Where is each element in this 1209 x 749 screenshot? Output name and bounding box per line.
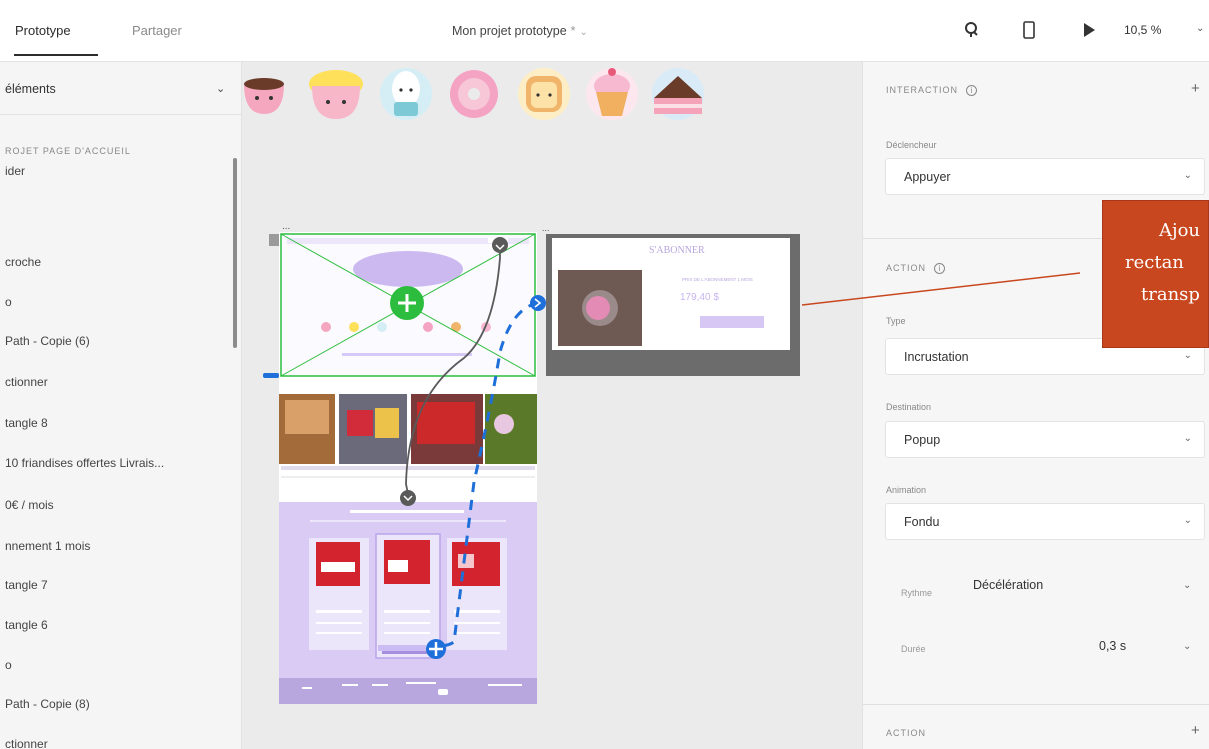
divider — [0, 114, 241, 115]
chevron-down-icon[interactable]: ⌄ — [1196, 23, 1204, 34]
chevron-down-icon: ⌄ — [1183, 433, 1192, 444]
wire-target-handle[interactable] — [530, 295, 546, 311]
popup-button[interactable] — [700, 316, 764, 328]
zoom-level[interactable]: 10,5 % — [1124, 23, 1161, 37]
popup-artboard[interactable]: ... S'ABONNER PRIX DE L'ABONNEMENT 1 MOI… — [542, 223, 800, 376]
user-share-icon[interactable] — [961, 20, 981, 40]
play-icon[interactable] — [1079, 20, 1099, 40]
layer-item[interactable]: nnement 1 mois — [5, 539, 90, 553]
add-icon[interactable]: + — [1191, 722, 1200, 739]
layer-item[interactable]: ider — [5, 164, 25, 178]
tab-share[interactable]: Partager — [132, 23, 182, 38]
top-bar: Prototype Partager Mon projet prototype *… — [0, 0, 1209, 62]
layer-item[interactable]: Path - Copie (8) — [5, 697, 90, 711]
document-title-menu[interactable]: Mon projet prototype * ⌄ — [452, 24, 588, 38]
artboard-label: ... — [542, 223, 550, 233]
cupcake-icon[interactable] — [586, 68, 638, 120]
divider — [863, 704, 1209, 705]
scrollbar[interactable] — [233, 158, 237, 348]
duration-input[interactable]: 0,3 s — [1099, 639, 1126, 653]
chevron-down-icon[interactable]: ⌄ — [1183, 641, 1191, 652]
action-header-2: ACTION — [886, 728, 927, 738]
active-tab-indicator — [14, 54, 98, 56]
annotation-callout: Ajou rectan transp — [1102, 200, 1209, 348]
wire-end-handle[interactable] — [400, 490, 416, 506]
device-preview-icon[interactable] — [1019, 20, 1039, 40]
egg-icon[interactable] — [380, 68, 432, 120]
info-icon[interactable]: i — [966, 85, 978, 97]
chevron-down-icon: ⌄ — [1183, 515, 1192, 526]
layer-item[interactable]: tangle 6 — [5, 618, 48, 632]
chevron-down-icon[interactable]: ⌄ — [1183, 580, 1191, 591]
callout-line: transp — [1141, 284, 1200, 305]
callout-line: Ajou — [1159, 220, 1201, 241]
destination-label: Destination — [886, 402, 932, 412]
rhythm-select[interactable]: Décélération — [973, 578, 1043, 592]
trigger-label: Déclencheur — [886, 140, 937, 150]
layer-item[interactable]: 10 friandises offertes Livrais... — [5, 456, 164, 470]
rhythm-label: Rythme — [901, 588, 933, 598]
callout-pointer-line — [801, 272, 1081, 306]
layer-item[interactable]: o — [5, 658, 12, 672]
offer-card[interactable] — [309, 538, 369, 650]
layer-item[interactable]: Path - Copie (6) — [5, 334, 90, 348]
layer-item[interactable]: o — [5, 295, 12, 309]
cake-slice-icon[interactable] — [652, 68, 704, 120]
layer-item[interactable]: croche — [5, 255, 41, 269]
callout-line: rectan — [1125, 252, 1184, 273]
section-label: ROJET PAGE D'ACCUEIL — [5, 146, 131, 156]
wire-start-handle[interactable] — [492, 237, 508, 253]
popup-price: 179,40 $ — [680, 292, 719, 303]
unsaved-indicator: * — [570, 24, 576, 38]
trigger-select[interactable]: Appuyer ⌄ — [885, 158, 1205, 195]
duration-label: Durée — [901, 644, 926, 654]
chevron-down-icon: ⌄ — [579, 27, 588, 38]
add-icon[interactable]: + — [1191, 80, 1200, 97]
type-label: Type — [886, 316, 906, 326]
properties-panel: INTERACTION i + Déclencheur Appuyer ⌄ ACT… — [862, 62, 1209, 749]
animation-select[interactable]: Fondu ⌄ — [885, 503, 1205, 540]
chevron-down-icon[interactable]: ⌄ — [216, 82, 225, 95]
offer-card[interactable] — [375, 533, 441, 659]
document-title: Mon projet prototype — [452, 24, 567, 38]
layer-filter-select[interactable]: éléments — [5, 82, 56, 96]
callout-text: Ajou rectan transp — [1103, 215, 1208, 311]
popup-subtitle: PRIX DE L'ABONNEMENT 1 MOIS — [682, 277, 753, 282]
animation-label: Animation — [886, 485, 927, 495]
cake-icon[interactable] — [309, 70, 363, 119]
donut-icon[interactable] — [450, 70, 498, 118]
chevron-down-icon: ⌄ — [1183, 350, 1192, 361]
layers-panel: éléments ⌄ ROJET PAGE D'ACCUEIL ider cro… — [0, 62, 242, 749]
toast-icon[interactable] — [518, 68, 570, 120]
layer-item[interactable]: ctionner — [5, 737, 48, 749]
cup-icon[interactable] — [244, 78, 284, 114]
layer-item[interactable]: tangle 7 — [5, 578, 48, 592]
tab-prototype[interactable]: Prototype — [15, 23, 71, 38]
layer-item[interactable]: ctionner — [5, 375, 48, 389]
artboard-label: ... — [282, 221, 290, 232]
interaction-header: INTERACTION i — [886, 85, 978, 97]
layer-item[interactable]: tangle 8 — [5, 416, 48, 430]
design-canvas[interactable]: ... ... S'ABONNER PRIX DE L'ABONNEMENT 1… — [242, 62, 862, 749]
chevron-down-icon: ⌄ — [1183, 170, 1192, 181]
destination-select[interactable]: Popup ⌄ — [885, 421, 1205, 458]
drag-handle[interactable] — [263, 373, 279, 378]
popup-title: S'ABONNER — [649, 245, 705, 256]
layer-item[interactable]: 0€ / mois — [5, 498, 54, 512]
